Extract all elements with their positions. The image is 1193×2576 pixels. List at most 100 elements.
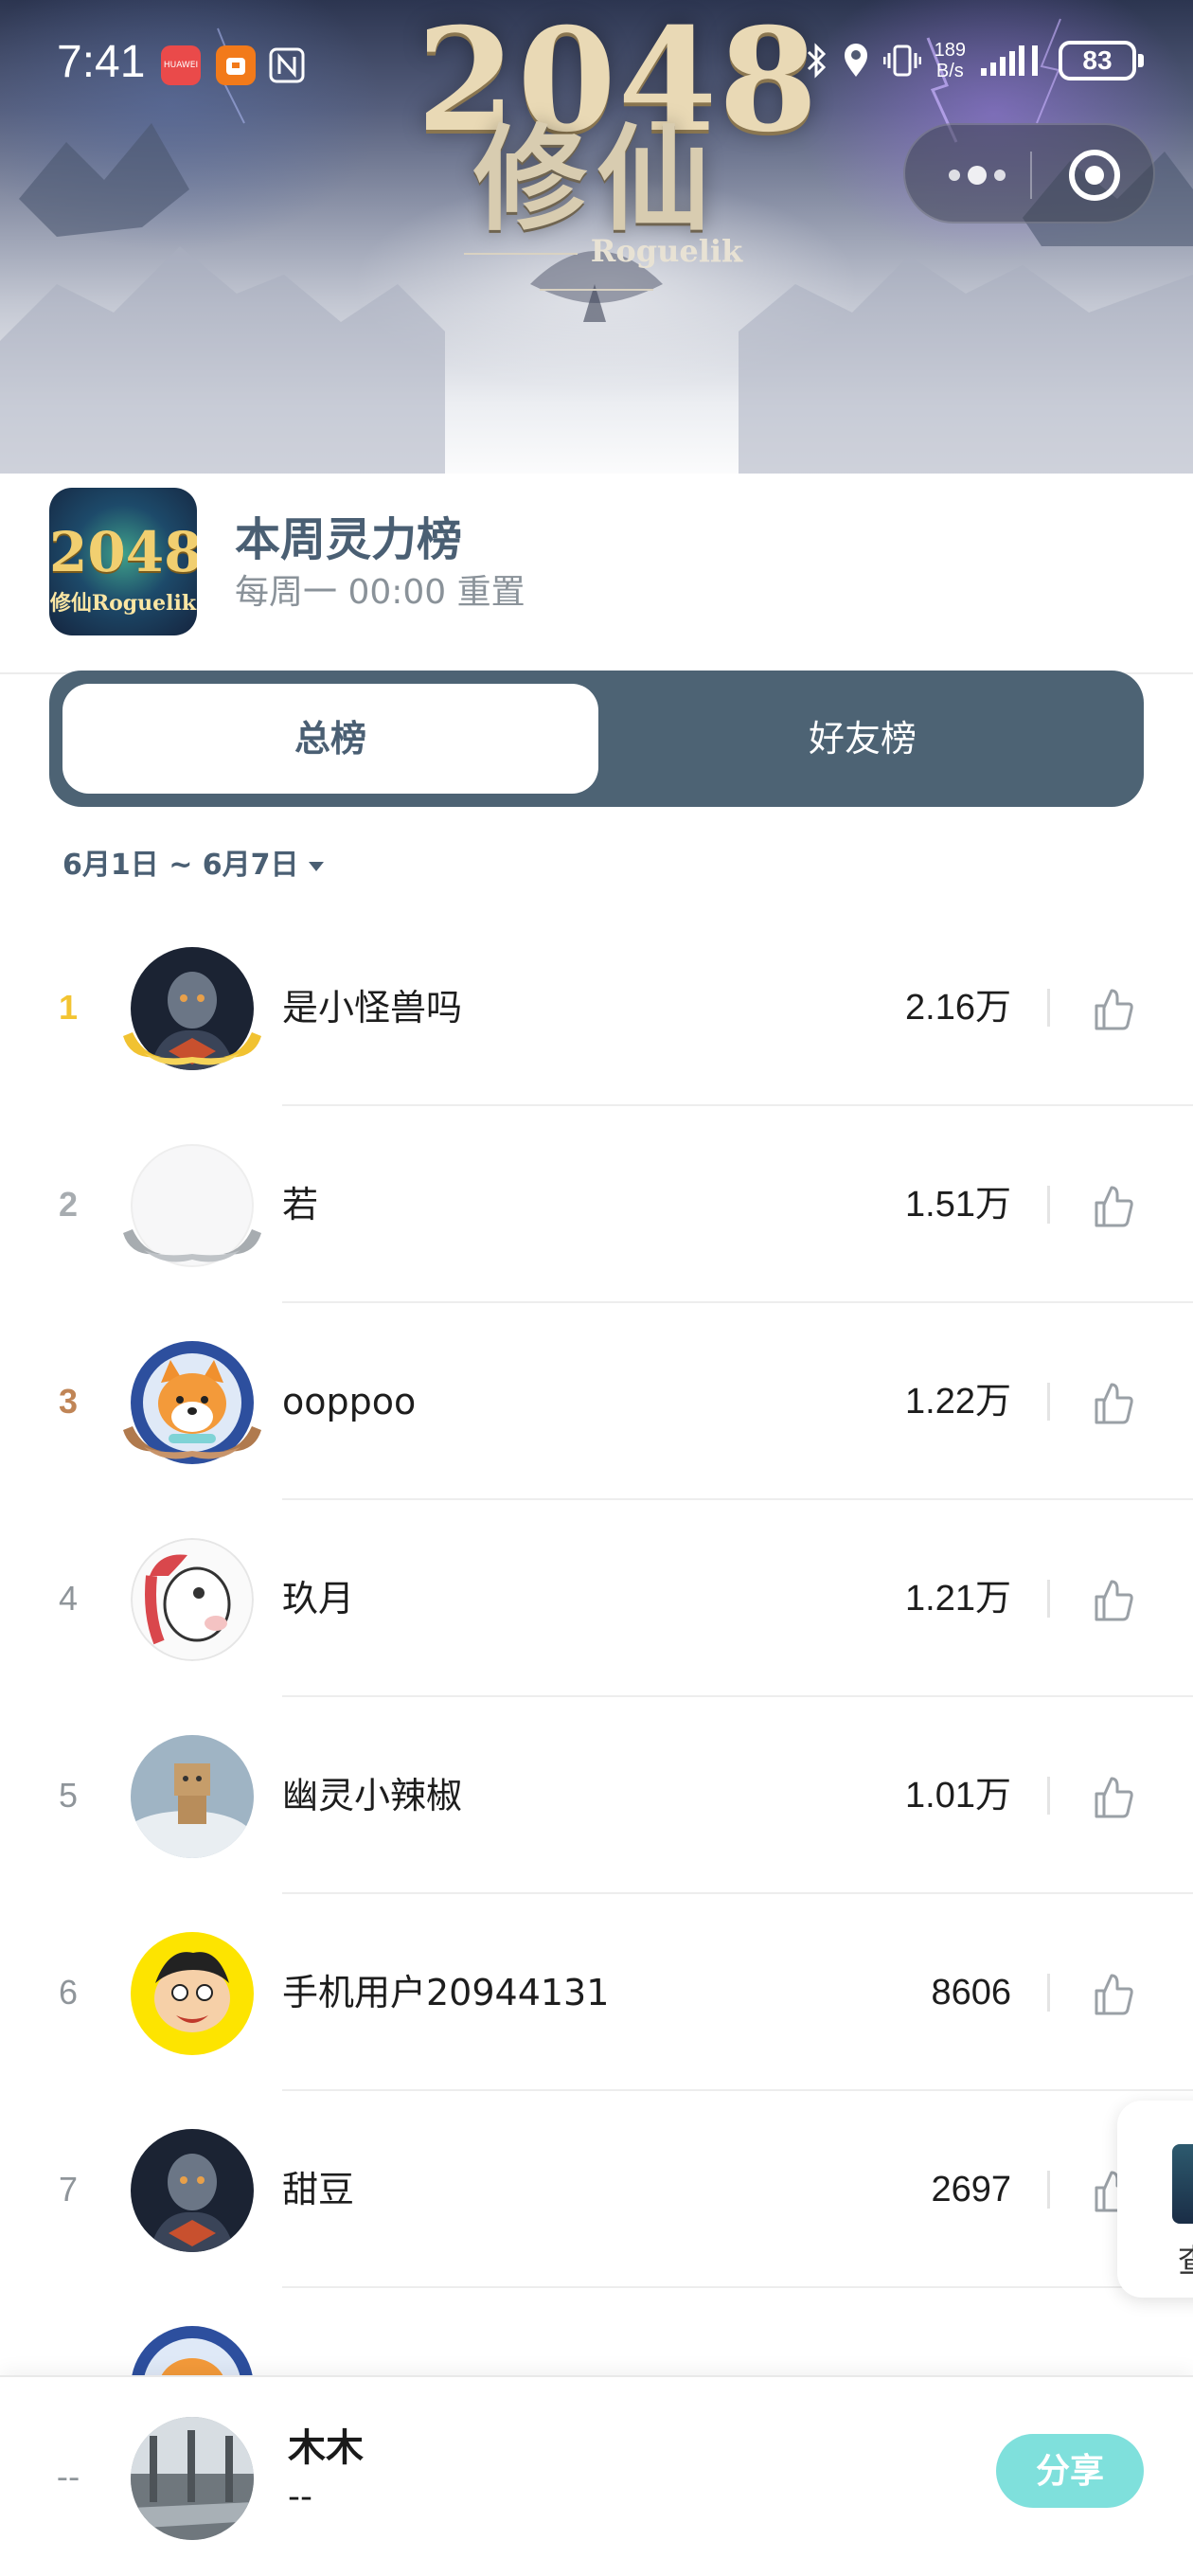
cartoon-kid-avatar [131, 1932, 254, 2055]
my-rank-number: -- [56, 2459, 80, 2496]
battery-indicator: 83 [1059, 41, 1144, 80]
rank-number: 3 [58, 1382, 79, 1421]
player-name: 若 [282, 1184, 319, 1225]
player-name: 玖月 [282, 1578, 355, 1619]
my-score: -- [288, 2478, 312, 2516]
rank-number: 7 [58, 2170, 79, 2209]
leaderboard-row[interactable]: 1 是小怪兽吗 2.16万 [0, 909, 1193, 1106]
leaderboard-row[interactable]: 5 幽灵小辣椒 1.01万 [0, 1697, 1193, 1894]
caret-down-icon [308, 861, 324, 871]
game-icon-text: 修仙Roguelik [49, 591, 197, 616]
orange-app-icon [216, 45, 256, 85]
thumbs-up-icon[interactable] [1089, 1576, 1138, 1625]
date-range-selector[interactable]: 6月1日 ~ 6月7日 [62, 841, 324, 883]
net-speed-value: 189 [934, 40, 966, 61]
miniprogram-capsule [903, 123, 1155, 224]
my-rank-bar: -- 木木 -- 分享 [0, 2375, 1193, 2576]
score-divider [1047, 1580, 1050, 1618]
more-dots-icon [949, 166, 1006, 185]
rank-number: 5 [58, 1776, 79, 1815]
leaderboard-row[interactable]: 3 ooppoo 1.22万 [0, 1303, 1193, 1500]
leaderboard-list: 1 是小怪兽吗 2.16万 2 若 1.51万 3 ooppoo 1.22万 4… [0, 909, 1193, 2387]
app-badge-text: HUAWEI [163, 61, 199, 70]
player-score: 1.22万 [905, 1382, 1011, 1422]
thumbs-up-icon[interactable] [1089, 1773, 1138, 1822]
armored-warrior-avatar [131, 2129, 254, 2252]
leaderboard-row[interactable]: 4 玖月 1.21万 [0, 1500, 1193, 1697]
player-score: 8606 [931, 1973, 1011, 2012]
date-range-label: 6月1日 ~ 6月7日 [62, 849, 299, 882]
more-options-button[interactable] [934, 125, 1028, 225]
avatar [131, 2129, 254, 2252]
player-score: 1.21万 [905, 1579, 1011, 1619]
net-speed-unit: B/s [935, 61, 964, 81]
avatar [131, 1538, 254, 1661]
game-icon: 2048 修仙Roguelik [49, 488, 197, 635]
thumbs-up-icon[interactable] [1089, 1970, 1138, 2019]
score-divider [1047, 1383, 1050, 1421]
close-miniprogram-button[interactable] [1047, 125, 1142, 225]
status-right-group: 189 B/s 83 [804, 40, 1144, 81]
capsule-divider [1030, 152, 1032, 199]
nfc-icon [267, 45, 307, 85]
close-target-icon [1069, 150, 1120, 201]
my-avatar [131, 2417, 254, 2540]
thumbs-up-icon[interactable] [1089, 1182, 1138, 1231]
huawei-store-icon: HUAWEI [161, 45, 201, 85]
reset-schedule-text: 每周一 00:00 重置 [235, 573, 525, 612]
network-speed: 189 B/s [935, 40, 966, 81]
player-name: 甜豆 [282, 2169, 355, 2210]
share-button[interactable]: 分享 [996, 2434, 1144, 2508]
player-name: ooppoo [282, 1381, 417, 1422]
my-name: 木木 [288, 2426, 364, 2470]
player-name: 是小怪兽吗 [282, 987, 463, 1029]
score-divider [1047, 2171, 1050, 2209]
tab-friends[interactable]: 好友榜 [595, 684, 1131, 794]
leaderboard-row[interactable]: 7 甜豆 2697 [0, 2091, 1193, 2288]
player-score: 2697 [931, 2170, 1011, 2209]
score-divider [1047, 989, 1050, 1027]
bluetooth-icon [807, 43, 826, 79]
box-robot-avatar [131, 1735, 254, 1858]
floating-game-card[interactable]: 查 [1117, 2101, 1193, 2298]
signal-icon [981, 45, 1038, 76]
thumbs-up-icon[interactable] [1089, 985, 1138, 1034]
player-name: 手机用户20944131 [282, 1972, 610, 2013]
status-time: 7:41 [57, 37, 146, 87]
avatar [131, 1932, 254, 2055]
ranking-tabs: 总榜 好友榜 [49, 671, 1144, 807]
banner-logo-title: 修仙 [473, 113, 720, 246]
game-icon-number: 2048 [49, 520, 197, 584]
game-thumbnail-icon [1172, 2144, 1193, 2224]
bag-glyph [226, 58, 245, 75]
bronze-laurel-icon [123, 1426, 261, 1459]
banner-logo-subtitle: Roguelik [417, 233, 776, 305]
rank-number: 4 [58, 1579, 79, 1618]
cartoon-horse-avatar [131, 1538, 254, 1661]
player-score: 1.51万 [905, 1185, 1011, 1225]
thumbs-up-icon[interactable] [1089, 1379, 1138, 1428]
leaderboard-row[interactable]: 2 若 1.51万 [0, 1106, 1193, 1303]
player-name: 幽灵小辣椒 [282, 1775, 463, 1816]
tab-global[interactable]: 总榜 [62, 684, 598, 794]
rank-number: 2 [58, 1185, 79, 1224]
score-divider [1047, 1777, 1050, 1815]
floating-card-text: 查 [1178, 2235, 1193, 2281]
player-score: 1.01万 [905, 1776, 1011, 1816]
leaderboard-row[interactable] [0, 2288, 1193, 2387]
status-bar: 7:41 HUAWEI 189 B/s 83 [0, 28, 1193, 104]
rank-number: 1 [58, 988, 79, 1027]
gold-laurel-icon [123, 1032, 261, 1065]
score-divider [1047, 1974, 1050, 2012]
vibrate-icon [882, 45, 921, 77]
leaderboard-header: 2048 修仙Roguelik 本周灵力榜 每周一 00:00 重置 [0, 474, 1193, 674]
page-title: 本周灵力榜 [235, 513, 463, 566]
player-score: 2.16万 [905, 988, 1011, 1028]
hall-photo-avatar [131, 2417, 254, 2540]
avatar [131, 1735, 254, 1858]
silver-laurel-icon [123, 1229, 261, 1262]
score-divider [1047, 1186, 1050, 1224]
leaderboard-row[interactable]: 6 手机用户20944131 8606 [0, 1894, 1193, 2091]
rank-number: 6 [58, 1973, 79, 2012]
location-icon [844, 44, 867, 77]
